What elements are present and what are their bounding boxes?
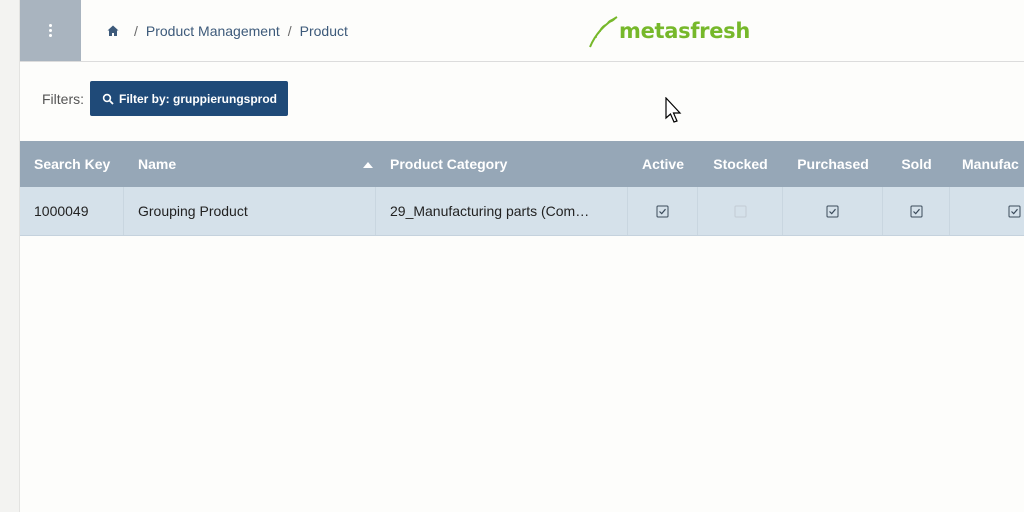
checkbox-unchecked-icon[interactable] <box>734 205 747 218</box>
logo-text: metasfresh <box>619 19 751 43</box>
cell-search-key: 1000049 <box>20 187 124 235</box>
column-header-stocked[interactable]: Stocked <box>698 141 783 187</box>
column-header-purchased[interactable]: Purchased <box>783 141 883 187</box>
cell-stocked <box>698 187 783 235</box>
filters-label: Filters: <box>42 90 84 107</box>
mouse-pointer-icon <box>665 97 682 123</box>
cell-manufactured <box>950 187 1024 235</box>
sort-ascending-icon <box>363 162 373 168</box>
cell-purchased <box>783 187 883 235</box>
column-header-product-category[interactable]: Product Category <box>376 141 628 187</box>
top-header: / Product Management / Product metasfres… <box>20 0 1024 62</box>
column-header-name-label: Name <box>138 156 177 172</box>
breadcrumb: / Product Management / Product <box>106 22 348 40</box>
column-header-active[interactable]: Active <box>628 141 698 187</box>
breadcrumb-product-management[interactable]: Product Management <box>146 23 280 39</box>
column-header-sold[interactable]: Sold <box>883 141 950 187</box>
cell-product-category: 29_Manufacturing parts (Com… <box>376 187 628 235</box>
breadcrumb-separator: / <box>287 23 292 39</box>
cell-active <box>628 187 698 235</box>
home-icon[interactable] <box>106 24 120 38</box>
checkbox-checked-icon[interactable] <box>826 205 839 218</box>
table-header: Search Key Name Product Category Active … <box>20 141 1024 187</box>
breadcrumb-separator: / <box>134 23 138 39</box>
more-vertical-icon <box>49 24 52 37</box>
cell-name: Grouping Product <box>124 187 376 235</box>
column-header-search-key[interactable]: Search Key <box>20 141 124 187</box>
menu-button[interactable] <box>20 0 81 61</box>
breadcrumb-product[interactable]: Product <box>300 23 348 39</box>
cell-sold <box>883 187 950 235</box>
filters-bar: Filters: Filter by: gruppierungsprod <box>42 81 288 116</box>
product-table: Search Key Name Product Category Active … <box>20 141 1024 236</box>
leaf-logo-icon <box>589 16 618 48</box>
checkbox-checked-icon[interactable] <box>910 205 923 218</box>
search-icon <box>102 93 114 105</box>
metasfresh-logo: metasfresh <box>587 13 750 49</box>
checkbox-checked-icon[interactable] <box>1008 205 1021 218</box>
active-filter-label: Filter by: gruppierungsprod <box>119 91 277 106</box>
side-panel-strip <box>0 0 20 512</box>
table-row[interactable]: 1000049 Grouping Product 29_Manufacturin… <box>20 187 1024 236</box>
column-header-name[interactable]: Name <box>124 141 376 187</box>
active-filter-button[interactable]: Filter by: gruppierungsprod <box>90 81 288 116</box>
checkbox-checked-icon[interactable] <box>656 205 669 218</box>
column-header-manufactured[interactable]: Manufac <box>950 141 1024 187</box>
